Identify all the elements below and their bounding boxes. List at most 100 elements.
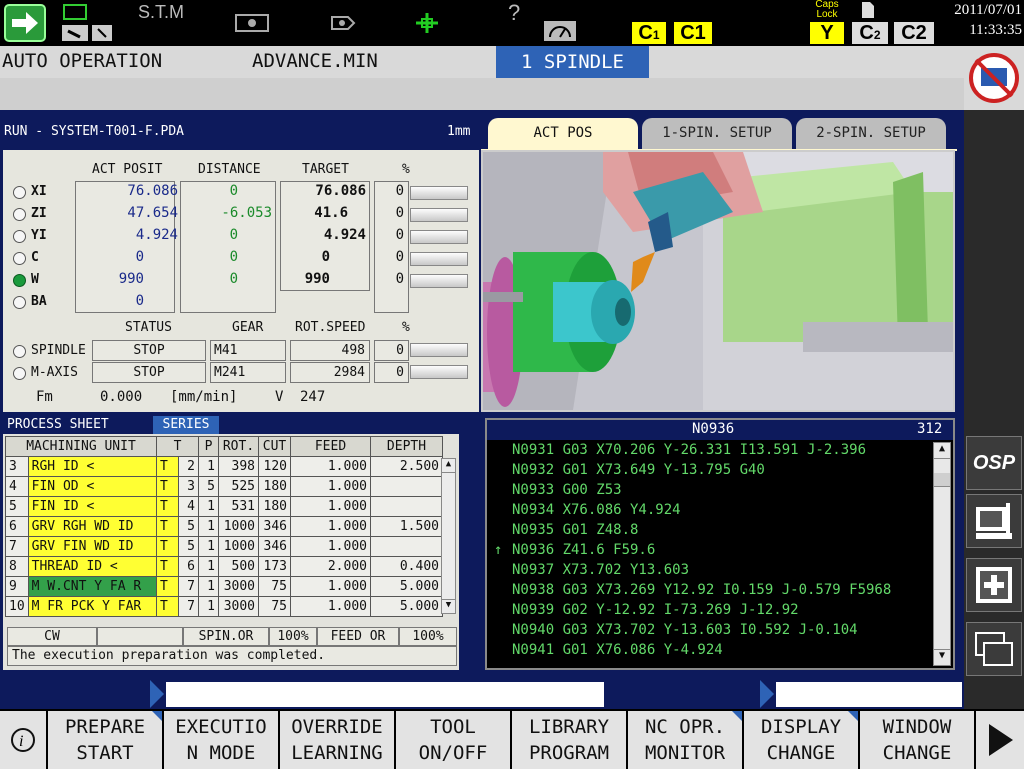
spindle-gear: M41 bbox=[210, 340, 286, 361]
act-value: 0 bbox=[135, 249, 144, 265]
top-status-bar: S.T.M ? C1 C1 Caps Lock Y C2 C2 2011/07/… bbox=[0, 0, 1024, 46]
header-gear: GEAR bbox=[232, 320, 264, 335]
fkey-library-program[interactable]: LIBRARY PROGRAM bbox=[512, 711, 626, 769]
info-icon: i bbox=[11, 728, 35, 752]
axis-radio[interactable] bbox=[13, 296, 26, 309]
process-scrollbar[interactable]: ▲ ▼ bbox=[441, 458, 456, 614]
v-value: 247 bbox=[300, 389, 326, 405]
emergency-button[interactable] bbox=[966, 558, 1022, 612]
spin-or-value: 100% bbox=[269, 627, 317, 646]
act-value: 990 bbox=[118, 271, 144, 287]
table-row[interactable]: 6 GRV RGH WD ID T 5 1 1000 346 1.000 1.500 bbox=[5, 516, 443, 537]
bottom-info-bar bbox=[0, 680, 964, 709]
program-line: N0938 G03 X73.269 Y12.92 I0.159 J-0.579 … bbox=[512, 582, 892, 598]
table-row[interactable]: 8 THREAD ID < T 6 1 500 173 2.000 0.400 bbox=[5, 556, 443, 577]
load-bar bbox=[410, 230, 468, 244]
tab-act-pos[interactable]: ACT POS bbox=[488, 118, 638, 150]
fkey-execution-mode[interactable]: EXECUTIO N MODE bbox=[164, 711, 278, 769]
input-field-2[interactable] bbox=[776, 682, 962, 707]
act-value: 76.086 bbox=[127, 183, 178, 199]
c1a-badge: C1 bbox=[632, 22, 666, 44]
secondary-strip bbox=[0, 78, 964, 110]
scroll-thumb[interactable] bbox=[934, 473, 950, 487]
program-scrollbar[interactable]: ▲ ▼ bbox=[933, 442, 951, 666]
window-switch-button[interactable] bbox=[966, 622, 1022, 676]
table-row[interactable]: 3 RGH ID < T 2 1 398 120 1.000 2.500 bbox=[5, 456, 443, 477]
act-value: 0 bbox=[135, 293, 144, 309]
fm-label: Fm bbox=[36, 389, 53, 405]
feed-or-label: FEED OR bbox=[317, 627, 399, 646]
run-label: RUN - SYSTEM-T001-F.PDA bbox=[4, 124, 185, 139]
table-row[interactable]: 5 FIN ID < T 4 1 531 180 1.000 bbox=[5, 496, 443, 517]
mode-title: AUTO OPERATION bbox=[2, 50, 163, 72]
percent-value: 0 bbox=[395, 205, 404, 221]
camera-icon[interactable] bbox=[326, 2, 360, 44]
tab-1-spin-setup[interactable]: 1-SPIN. SETUP bbox=[642, 118, 792, 150]
table-row-active[interactable]: 9M W.CNT Y FA R T 7 1 3000 75 1.000 5.000 bbox=[5, 576, 443, 597]
info-button[interactable]: i bbox=[0, 711, 46, 769]
load-bar bbox=[410, 274, 468, 288]
machine-3d-view[interactable] bbox=[481, 150, 955, 412]
fkey-override-learning[interactable]: OVERRIDE LEARNING bbox=[280, 711, 394, 769]
spindle-radio[interactable] bbox=[13, 345, 26, 358]
fkey-tool-onoff[interactable]: TOOL ON/OFF bbox=[396, 711, 510, 769]
caps-lock-indicator: Caps Lock bbox=[815, 0, 839, 20]
process-table: MACHINING UNIT T P ROT. CUT FEED DEPTH 3… bbox=[5, 436, 443, 617]
program-line: N0933 G00 Z53 bbox=[512, 482, 622, 498]
mode-arrow-icon[interactable] bbox=[2, 2, 48, 44]
table-row[interactable]: 10 M FR PCK Y FAR T 7 1 3000 75 1.000 5.000 bbox=[5, 596, 443, 617]
act-value: 47.654 bbox=[127, 205, 178, 221]
unit-label: 1mm bbox=[447, 124, 471, 139]
spindle-radio[interactable] bbox=[13, 367, 26, 380]
distance-value: 0 bbox=[229, 249, 238, 265]
next-page-button[interactable] bbox=[976, 711, 1024, 769]
axis-radio[interactable] bbox=[13, 208, 26, 221]
table-row[interactable]: 7 GRV FIN WD ID T 5 1 1000 346 1.000 bbox=[5, 536, 443, 557]
program-header: N0936 312 bbox=[487, 420, 953, 440]
table-row[interactable]: 4 FIN OD < T 3 5 525 180 1.000 bbox=[5, 476, 443, 497]
axis-radio-selected[interactable] bbox=[13, 274, 26, 287]
program-line: N0941 G01 X76.086 Y-4.924 bbox=[512, 642, 723, 658]
scroll-down-icon[interactable]: ▼ bbox=[934, 649, 950, 665]
act-value: 4.924 bbox=[135, 227, 178, 243]
first-aid-icon bbox=[976, 567, 1012, 603]
header-status: STATUS bbox=[125, 320, 172, 335]
help-icon[interactable]: ? bbox=[508, 0, 520, 26]
spindle-load-bar bbox=[410, 343, 468, 357]
axis-radio[interactable] bbox=[13, 252, 26, 265]
axis-radio[interactable] bbox=[13, 230, 26, 243]
fkey-window-change[interactable]: WINDOW CHANGE bbox=[860, 711, 974, 769]
target-value: 990 bbox=[304, 271, 330, 287]
header-rot-speed: ROT.SPEED bbox=[295, 320, 366, 335]
series-label[interactable]: SERIES bbox=[153, 416, 219, 434]
tool-icon[interactable] bbox=[56, 2, 116, 44]
distance-value: -6.053 bbox=[221, 205, 272, 221]
axis-radio[interactable] bbox=[13, 186, 26, 199]
header-target: TARGET bbox=[302, 162, 349, 177]
process-sheet-title: PROCESS SHEET bbox=[7, 417, 109, 432]
sub-title: ADVANCE.MIN bbox=[252, 50, 378, 72]
no-entry-icon[interactable] bbox=[968, 52, 1020, 104]
fkey-nc-opr-monitor[interactable]: NC OPR. MONITOR bbox=[628, 711, 742, 769]
crosshair-icon[interactable] bbox=[410, 2, 444, 44]
scroll-up-icon[interactable]: ▲ bbox=[934, 443, 950, 459]
input-field[interactable] bbox=[166, 682, 604, 707]
y-badge: Y bbox=[810, 22, 844, 44]
svg-text:i: i bbox=[19, 733, 23, 750]
percent-value: 0 bbox=[395, 227, 404, 243]
title-bar: AUTO OPERATION ADVANCE.MIN bbox=[0, 46, 964, 78]
screen-icon[interactable] bbox=[232, 2, 272, 44]
maintenance-button[interactable] bbox=[966, 494, 1022, 548]
fkey-prepare-start[interactable]: PREPARE START bbox=[48, 711, 162, 769]
tab-2-spin-setup[interactable]: 2-SPIN. SETUP bbox=[796, 118, 946, 150]
spindle-indicator[interactable]: 1 SPINDLE bbox=[496, 46, 649, 78]
spindle-status: STOP bbox=[92, 362, 206, 383]
c2-badge: C2 bbox=[894, 22, 934, 44]
scroll-down-icon[interactable]: ▼ bbox=[442, 599, 455, 613]
fkey-display-change[interactable]: DISPLAY CHANGE bbox=[744, 711, 858, 769]
osp-button[interactable]: OSP bbox=[966, 436, 1022, 490]
feed-or-value: 100% bbox=[399, 627, 457, 646]
distance-value: 0 bbox=[229, 227, 238, 243]
program-line-current: N0936 Z41.6 F59.6 bbox=[512, 542, 656, 558]
scroll-up-icon[interactable]: ▲ bbox=[442, 459, 455, 473]
